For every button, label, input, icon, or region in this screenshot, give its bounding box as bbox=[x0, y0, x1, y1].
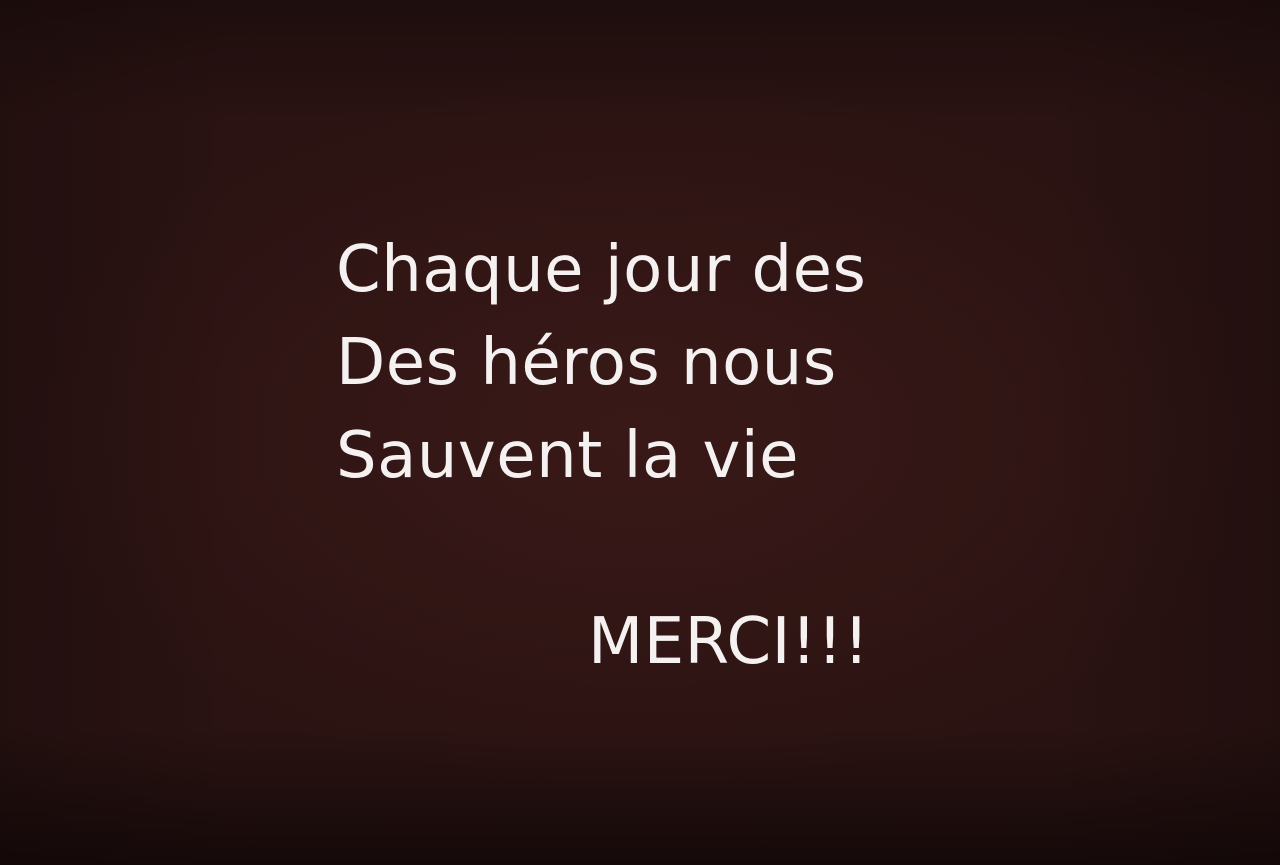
message-line-2: Des héros nous bbox=[336, 326, 837, 400]
message-line-1: Chaque jour des bbox=[336, 233, 867, 307]
thanks-text: MERCI!!! bbox=[588, 605, 870, 679]
message-text: Chaque jour des Des héros nous Sauvent l… bbox=[336, 224, 866, 503]
message-line-3: Sauvent la vie bbox=[336, 419, 800, 493]
